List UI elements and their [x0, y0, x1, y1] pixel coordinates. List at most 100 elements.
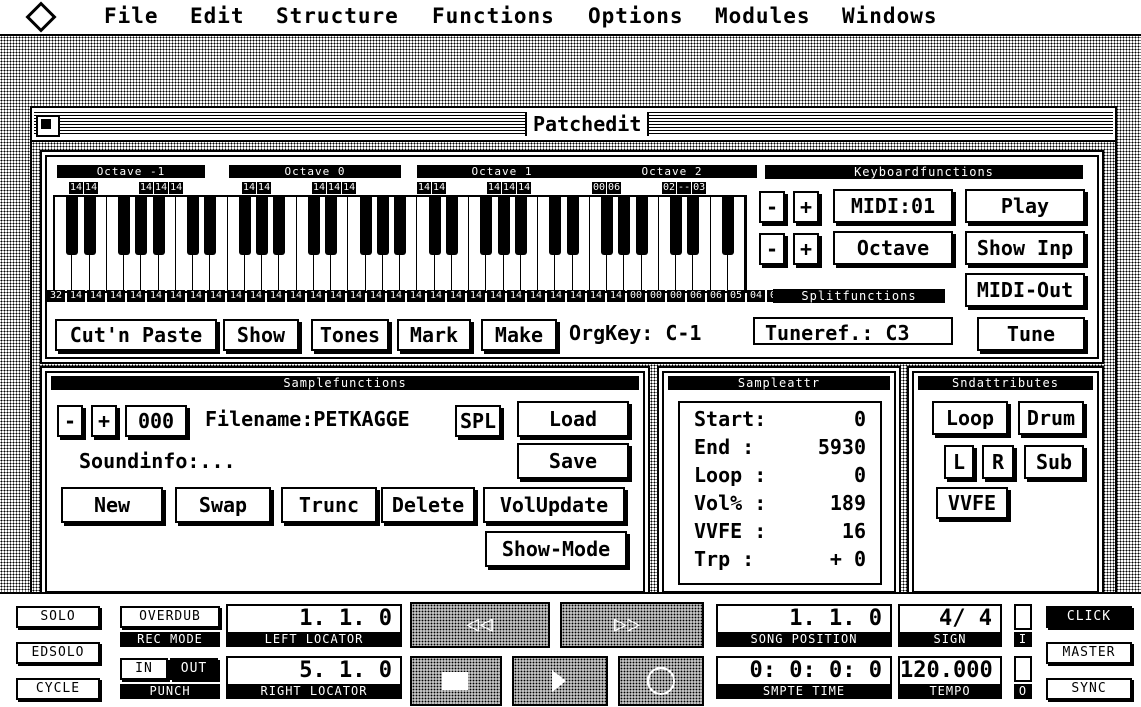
- sign-value[interactable]: 4/ 4: [898, 604, 1002, 634]
- sample-number[interactable]: 000: [125, 405, 187, 437]
- black-key[interactable]: [359, 197, 372, 255]
- menu-functions[interactable]: Functions: [432, 4, 555, 28]
- black-key[interactable]: [187, 197, 199, 255]
- midi-channel-button[interactable]: MIDI:01: [833, 189, 953, 223]
- solo-button[interactable]: SOLO: [16, 606, 100, 628]
- black-key[interactable]: [152, 197, 165, 255]
- sample-plus-button[interactable]: +: [91, 405, 117, 437]
- midi-minus-button[interactable]: -: [759, 191, 785, 223]
- punch-out-button[interactable]: OUT: [170, 658, 218, 680]
- black-key[interactable]: [566, 197, 579, 255]
- octave-plus-button[interactable]: +: [793, 233, 819, 265]
- midi-plus-button[interactable]: +: [793, 191, 819, 223]
- vol-value[interactable]: 189: [830, 491, 866, 515]
- drum-button[interactable]: Drum: [1018, 401, 1084, 435]
- black-key[interactable]: [514, 197, 527, 255]
- octave-minus-button[interactable]: -: [759, 233, 785, 265]
- play-button[interactable]: Play: [965, 189, 1085, 223]
- apple-menu-icon[interactable]: [25, 1, 57, 33]
- black-key[interactable]: [721, 197, 734, 255]
- tuneref-field[interactable]: Tuneref.: C3: [753, 317, 953, 345]
- load-button[interactable]: Load: [517, 401, 629, 437]
- black-key[interactable]: [601, 197, 613, 255]
- black-key[interactable]: [376, 197, 389, 255]
- sync-button[interactable]: SYNC: [1046, 678, 1132, 700]
- black-key[interactable]: [428, 197, 441, 255]
- record-button[interactable]: [618, 656, 704, 706]
- menu-modules[interactable]: Modules: [715, 4, 811, 28]
- right-locator-value[interactable]: 5. 1. 0: [226, 656, 402, 686]
- black-key[interactable]: [635, 197, 648, 255]
- black-key[interactable]: [256, 197, 268, 255]
- black-key[interactable]: [307, 197, 320, 255]
- loop-button[interactable]: Loop: [932, 401, 1008, 435]
- black-key[interactable]: [66, 197, 79, 255]
- edsolo-button[interactable]: EDSOLO: [16, 642, 100, 664]
- black-key[interactable]: [618, 197, 631, 255]
- trunc-button[interactable]: Trunc: [281, 487, 377, 523]
- menu-file[interactable]: File: [104, 4, 159, 28]
- left-locator-value[interactable]: 1. 1. 0: [226, 604, 402, 634]
- menu-structure[interactable]: Structure: [276, 4, 399, 28]
- trp-value[interactable]: + 0: [830, 547, 866, 571]
- rewind-button[interactable]: ◁◁: [410, 602, 550, 648]
- title-bar[interactable]: Patchedit: [32, 108, 1115, 142]
- black-key[interactable]: [83, 197, 96, 255]
- black-key[interactable]: [135, 197, 148, 255]
- midi-out-button[interactable]: MIDI-Out: [965, 273, 1085, 307]
- click-button[interactable]: CLICK: [1046, 606, 1132, 628]
- loop-value[interactable]: 0: [854, 463, 866, 487]
- cut-paste-button[interactable]: Cut'n Paste: [55, 319, 217, 351]
- black-key[interactable]: [497, 197, 510, 255]
- sub-button[interactable]: Sub: [1024, 445, 1084, 479]
- new-button[interactable]: New: [61, 487, 163, 523]
- end-value[interactable]: 5930: [818, 435, 866, 459]
- cycle-button[interactable]: CYCLE: [16, 678, 100, 700]
- octave-button[interactable]: Octave: [833, 231, 953, 265]
- smpte-value[interactable]: 0: 0: 0: 0: [716, 656, 892, 686]
- make-button[interactable]: Make: [481, 319, 557, 351]
- vvfe-value[interactable]: 16: [842, 519, 866, 543]
- forward-button[interactable]: ▷▷: [560, 602, 704, 648]
- song-position-value[interactable]: 1. 1. 0: [716, 604, 892, 634]
- left-button[interactable]: L: [944, 445, 974, 479]
- show-button[interactable]: Show: [223, 319, 299, 351]
- master-button[interactable]: MASTER: [1046, 642, 1132, 664]
- start-value[interactable]: 0: [854, 407, 866, 431]
- tones-button[interactable]: Tones: [311, 319, 389, 351]
- overdub-button[interactable]: OVERDUB: [120, 606, 220, 628]
- stop-button[interactable]: [410, 656, 502, 706]
- mark-button[interactable]: Mark: [397, 319, 471, 351]
- black-key[interactable]: [273, 197, 286, 255]
- black-key[interactable]: [445, 197, 458, 255]
- tune-button[interactable]: Tune: [977, 317, 1085, 351]
- close-box[interactable]: [36, 115, 60, 137]
- soundinfo-field[interactable]: Soundinfo:...: [65, 447, 465, 475]
- show-mode-button[interactable]: Show-Mode: [485, 531, 627, 567]
- black-key[interactable]: [687, 197, 700, 255]
- save-button[interactable]: Save: [517, 443, 629, 479]
- black-key[interactable]: [670, 197, 682, 255]
- vvfe-button[interactable]: VVFE: [936, 487, 1008, 519]
- black-key[interactable]: [394, 197, 406, 255]
- black-key[interactable]: [325, 197, 337, 255]
- piano-keyboard[interactable]: [53, 195, 747, 293]
- tempo-value[interactable]: 120.000: [898, 656, 1002, 686]
- punch-in-button[interactable]: IN: [120, 658, 168, 680]
- black-key[interactable]: [118, 197, 130, 255]
- menu-edit[interactable]: Edit: [190, 4, 245, 28]
- file-extension[interactable]: SPL: [455, 405, 501, 437]
- sample-minus-button[interactable]: -: [57, 405, 83, 437]
- delete-button[interactable]: Delete: [381, 487, 475, 523]
- show-inp-button[interactable]: Show Inp: [965, 231, 1085, 265]
- menu-windows[interactable]: Windows: [842, 4, 938, 28]
- play-transport-button[interactable]: [512, 656, 608, 706]
- volupdate-button[interactable]: VolUpdate: [483, 487, 625, 523]
- black-key[interactable]: [480, 197, 493, 255]
- black-key[interactable]: [204, 197, 217, 255]
- menu-options[interactable]: Options: [588, 4, 684, 28]
- swap-button[interactable]: Swap: [175, 487, 271, 523]
- black-key[interactable]: [549, 197, 562, 255]
- right-button[interactable]: R: [982, 445, 1014, 479]
- black-key[interactable]: [238, 197, 251, 255]
